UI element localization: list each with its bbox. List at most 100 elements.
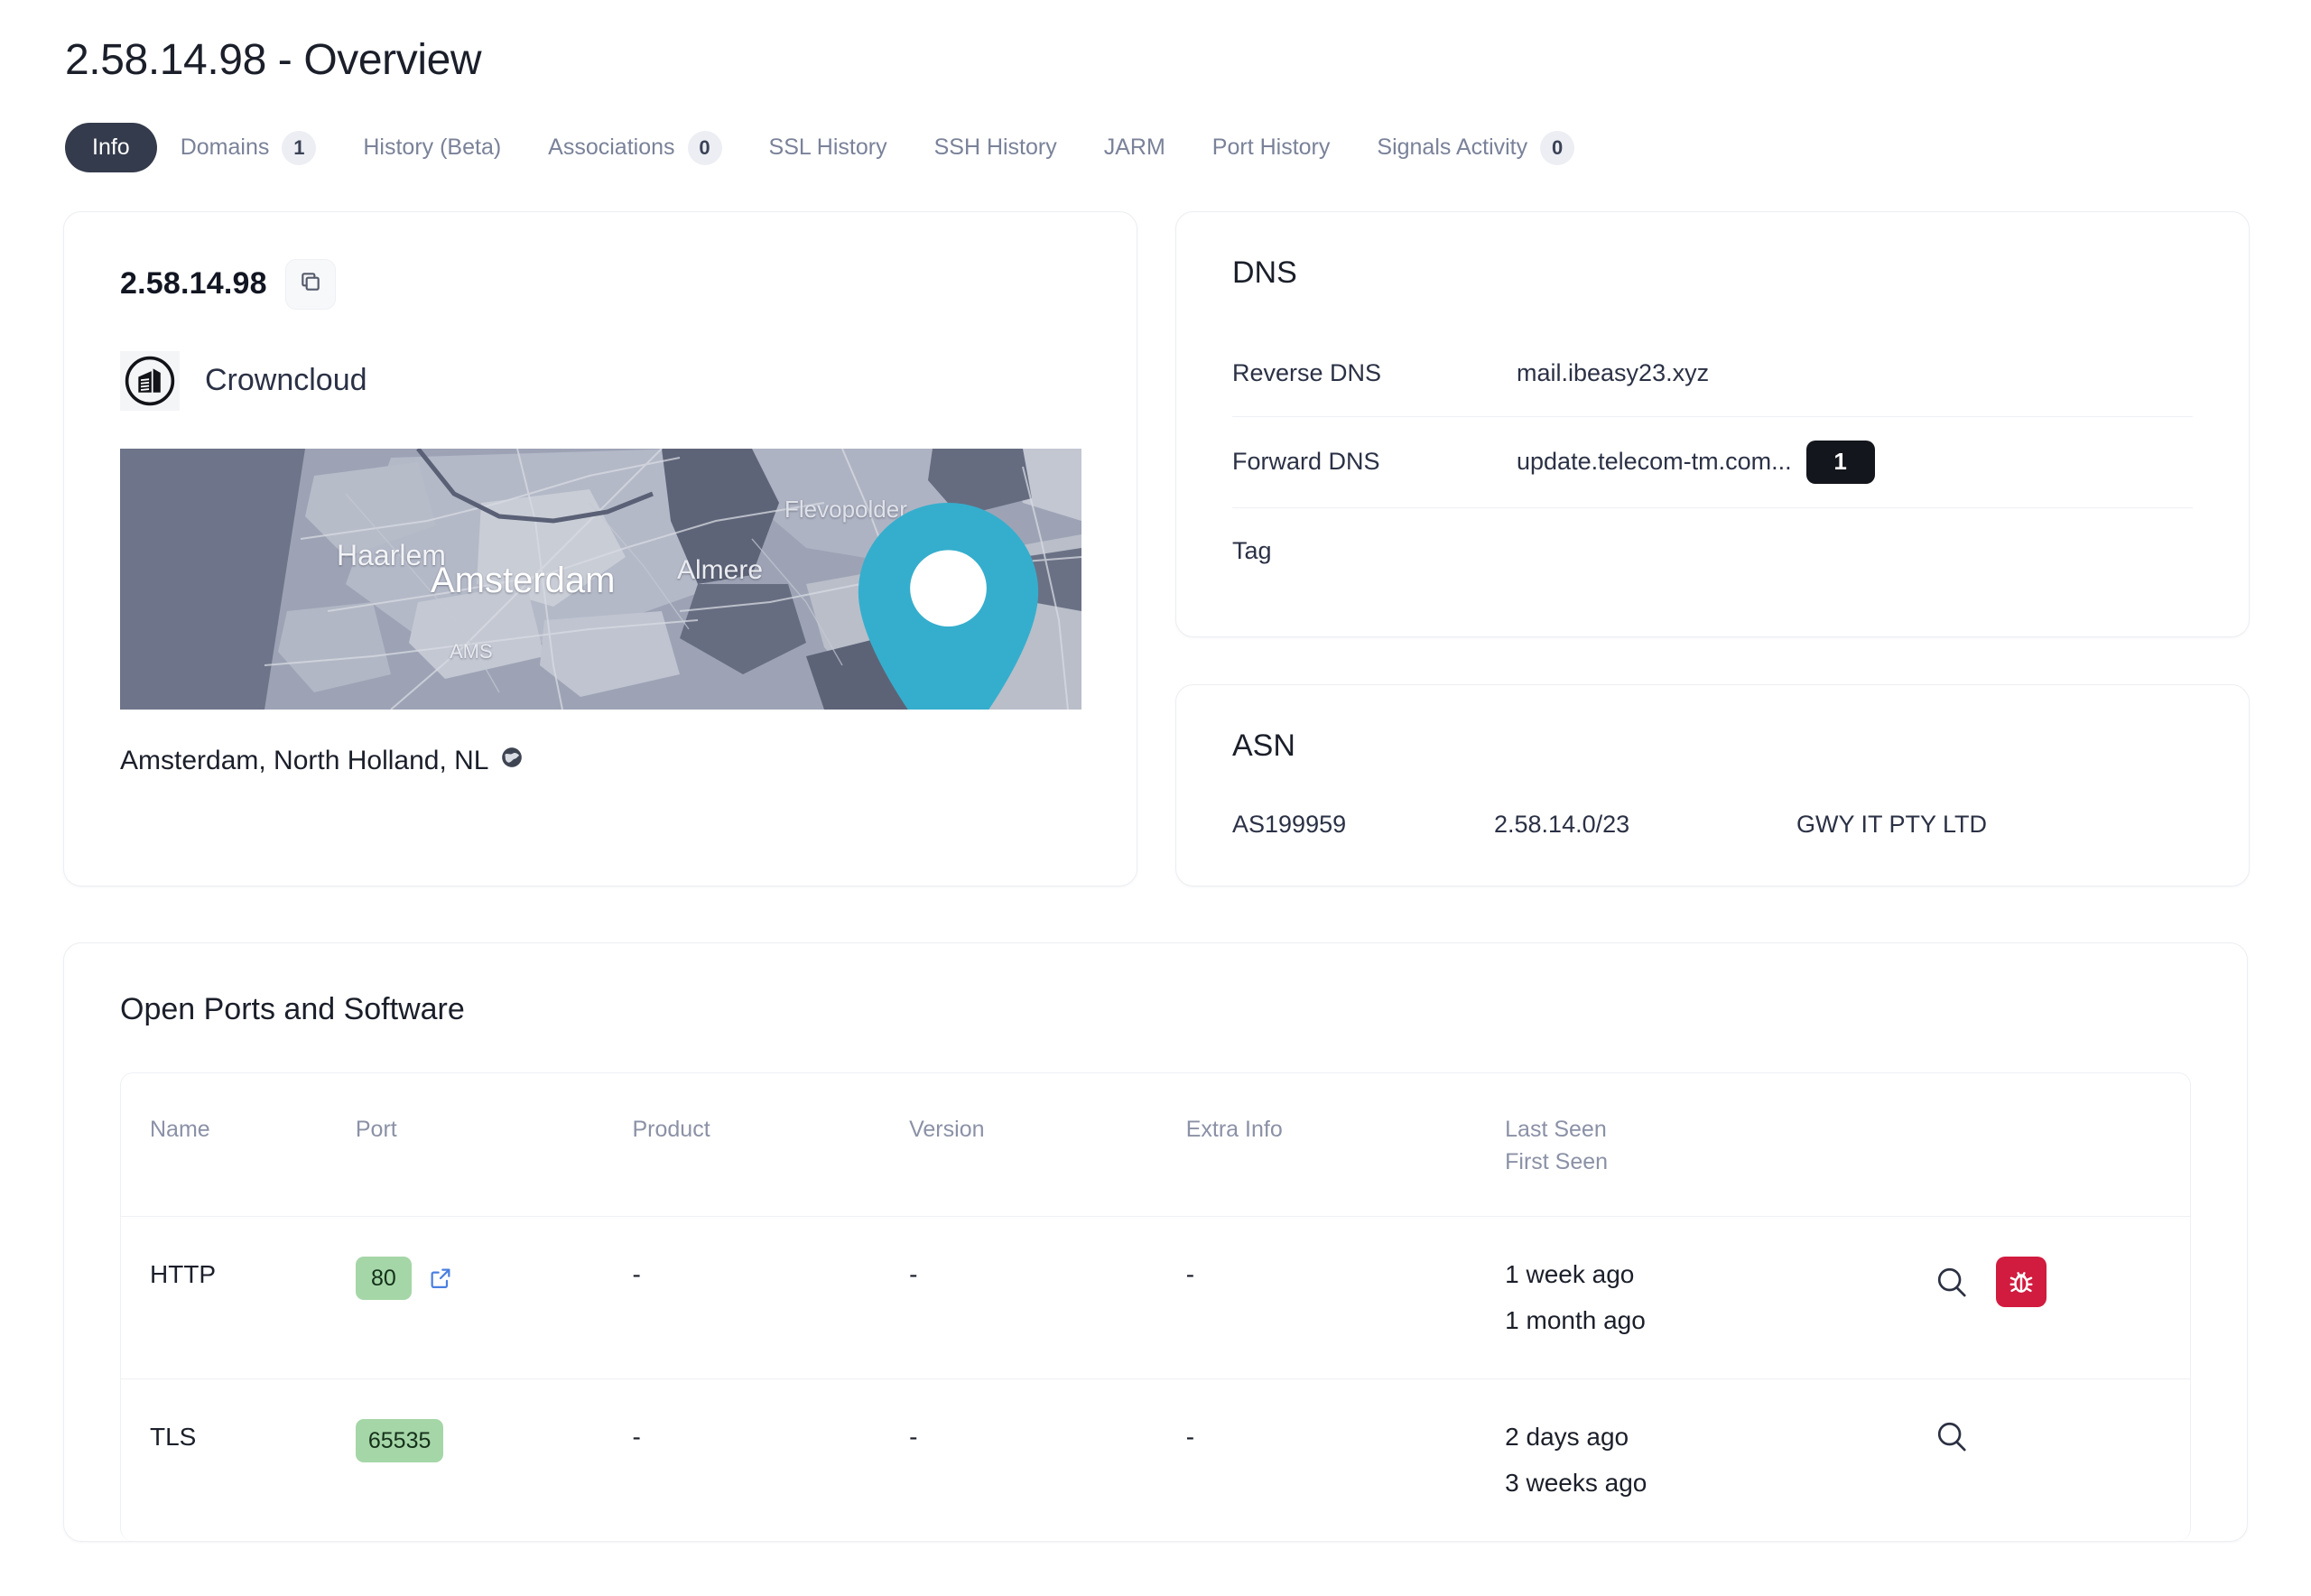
location-line: Amsterdam, North Holland, NL <box>120 746 1081 776</box>
tab-ssh-history[interactable]: SSH History <box>911 123 1081 172</box>
dns-row-count-badge[interactable]: 1 <box>1805 440 1875 484</box>
search-icon[interactable] <box>1935 1419 1969 1453</box>
map-pin-icon <box>468 502 1081 710</box>
dns-row-value-cell: mail.ibeasy23.xyz <box>1517 359 1709 387</box>
column-header-actions <box>1918 1073 2191 1217</box>
dns-row-label: Reverse DNS <box>1232 358 1382 386</box>
tab-count-badge: 1 <box>282 130 317 165</box>
cell-extra-info: - <box>1185 1378 1506 1542</box>
globe-icon <box>500 746 524 776</box>
ports-table-body: HTTP 80- - -1 week ago 1 month ago TLS 65535- -… <box>121 1216 2191 1542</box>
dns-card-title: DNS <box>1232 255 1297 290</box>
cell-product: - <box>632 1216 910 1379</box>
open-ports-title: Open Ports and Software <box>120 991 465 1026</box>
search-icon[interactable] <box>1935 1265 1969 1299</box>
cell-version: - <box>909 1216 1186 1379</box>
column-header-product: Product <box>632 1116 710 1142</box>
dns-row-label: Forward DNS <box>1232 448 1380 476</box>
tab-label: History (Beta) <box>363 135 502 161</box>
dns-row-label: Tag <box>1232 537 1272 565</box>
ports-table-wrapper: Name Port Product Version Extra Info Las… <box>120 1072 2191 1542</box>
cell-extra-info: - <box>1185 1216 1506 1379</box>
tab-domains[interactable]: Domains 1 <box>157 119 340 177</box>
cell-name: TLS <box>121 1378 356 1542</box>
tab-label: SSH History <box>933 135 1057 161</box>
tab-jarm[interactable]: JARM <box>1081 123 1189 172</box>
column-header-version: Version <box>909 1116 985 1142</box>
dns-row-value[interactable]: mail.ibeasy23.xyz <box>1517 359 1709 387</box>
column-header-last-seen: Last Seen <box>1505 1116 1607 1142</box>
cell-actions <box>1917 1378 2190 1542</box>
copy-ip-button[interactable] <box>284 258 336 310</box>
cell-actions <box>1917 1216 2191 1379</box>
table-row: TLS 65535- - -2 days ago 3 weeks ago <box>121 1378 2190 1542</box>
tab-info[interactable]: Info <box>65 123 157 173</box>
location-text: Amsterdam, North Holland, NL <box>120 745 489 775</box>
column-header-first-seen: First Seen <box>1505 1148 1609 1174</box>
tab-label: Port History <box>1211 135 1331 161</box>
cell-seen: 1 week ago 1 month ago <box>1505 1216 1918 1379</box>
open-ports-card: Open Ports and Software Name Port Produc… <box>63 942 2248 1543</box>
dns-row: Forward DNS update.telecom-tm.com... 1 <box>1232 417 2193 508</box>
port-cell: 80 <box>355 1257 633 1301</box>
tab-label: Domains <box>180 135 270 161</box>
overview-grid: 2.58.14.98 Crowncloud Amsterdam Haarlem … <box>63 210 2250 886</box>
asn-number[interactable]: AS199959 <box>1232 811 1494 839</box>
bug-icon[interactable] <box>1995 1257 2046 1308</box>
tab-history-beta[interactable]: History (Beta) <box>339 123 524 172</box>
tab-label: Signals Activity <box>1377 135 1528 161</box>
dns-row-value-cell: update.telecom-tm.com... 1 <box>1517 440 1875 484</box>
organization-name: Crowncloud <box>205 363 367 398</box>
page-title: 2.58.14.98 - Overview <box>65 36 482 84</box>
building-circle-logo-icon <box>120 350 180 411</box>
tab-ssl-history[interactable]: SSL History <box>746 123 911 172</box>
port-badge[interactable]: 65535 <box>355 1419 444 1463</box>
port-badge[interactable]: 80 <box>355 1257 412 1301</box>
tab-bar: Info Domains 1 History (Beta) Associations 0 S… <box>65 119 2248 177</box>
dns-row: Tag <box>1232 508 2193 595</box>
dns-row-value[interactable]: update.telecom-tm.com... <box>1517 448 1792 476</box>
cell-version: - <box>909 1378 1186 1542</box>
cell-name: HTTP <box>121 1216 356 1379</box>
asn-prefix[interactable]: 2.58.14.0/23 <box>1494 811 1796 839</box>
column-header-seen: Last Seen First Seen <box>1505 1073 1917 1217</box>
tab-label: Info <box>92 135 130 161</box>
external-link-icon[interactable] <box>428 1266 453 1291</box>
tab-count-badge: 0 <box>687 130 722 165</box>
column-header-port: Port <box>355 1116 397 1142</box>
tab-signals-activity[interactable]: Signals Activity 0 <box>1353 119 1598 177</box>
tab-label: SSL History <box>768 135 887 161</box>
asn-card-title: ASN <box>1232 728 1295 763</box>
ports-table: Name Port Product Version Extra Info Las… <box>121 1073 2190 1542</box>
copy-icon <box>299 270 322 298</box>
port-cell: 65535 <box>355 1419 633 1463</box>
cell-last-seen: 2 days ago <box>1505 1423 1629 1452</box>
dns-row: Reverse DNS mail.ibeasy23.xyz <box>1232 330 2193 417</box>
tab-label: Associations <box>548 135 675 161</box>
table-row: HTTP 80- - -1 week ago 1 month ago <box>121 1216 2191 1379</box>
asn-card: ASN AS199959 2.58.14.0/23 GWY IT PTY LTD <box>1175 683 2250 886</box>
ports-table-header-row: Name Port Product Version Extra Info Las… <box>121 1073 2190 1217</box>
tab-count-badge: 0 <box>1540 130 1575 165</box>
location-map[interactable]: Amsterdam Haarlem Almere Flevopolder AMS <box>120 448 1081 710</box>
tab-associations[interactable]: Associations 0 <box>524 119 745 177</box>
tab-port-history[interactable]: Port History <box>1189 123 1354 172</box>
page-root: 2.58.14.98 - Overview Info Domains 1 Histor… <box>0 34 2311 1596</box>
ip-info-card: 2.58.14.98 Crowncloud Amsterdam Haarlem … <box>63 210 1137 886</box>
ip-row: 2.58.14.98 <box>120 258 1081 310</box>
cell-first-seen: 3 weeks ago <box>1505 1468 1647 1497</box>
cell-product: - <box>632 1378 910 1542</box>
column-header-extra-info: Extra Info <box>1185 1116 1283 1142</box>
cell-port: 65535 <box>355 1378 633 1542</box>
cell-seen: 2 days ago 3 weeks ago <box>1505 1378 1918 1542</box>
row-actions <box>1918 1257 2191 1308</box>
right-column: DNS Reverse DNS mail.ibeasy23.xyz Forward … <box>1175 210 2250 886</box>
column-header-name: Name <box>150 1116 210 1142</box>
organization-row[interactable]: Crowncloud <box>120 350 1081 411</box>
cell-last-seen: 1 week ago <box>1505 1260 1635 1289</box>
asn-organization: GWY IT PTY LTD <box>1796 810 1988 838</box>
dns-card: DNS Reverse DNS mail.ibeasy23.xyz Forward … <box>1175 210 2250 637</box>
dns-rows: Reverse DNS mail.ibeasy23.xyz Forward DNS u… <box>1232 330 2193 595</box>
cell-first-seen: 1 month ago <box>1505 1305 1646 1334</box>
ip-address: 2.58.14.98 <box>120 266 267 302</box>
